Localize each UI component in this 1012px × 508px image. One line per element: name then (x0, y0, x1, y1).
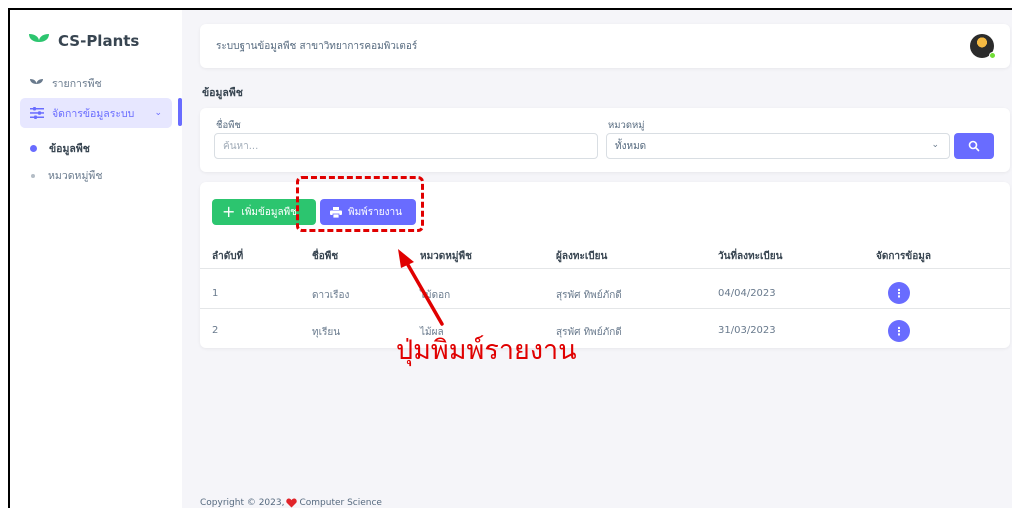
row-actions-button[interactable]: ⋮ (888, 320, 910, 342)
chevron-down-icon: ⌄ (931, 140, 939, 150)
search-button[interactable] (954, 133, 994, 159)
sidebar-subitem-plant-category[interactable]: หมวดหมู่พืช (30, 167, 102, 184)
cell-date: 04/04/2023 (718, 288, 776, 299)
footer-copyright: Copyright © 2023, (200, 498, 285, 508)
plant-name-search-input[interactable] (214, 133, 598, 159)
bullet-icon (31, 173, 35, 178)
cell-no: 2 (212, 325, 219, 336)
category-select-value: ทั้งหมด (615, 140, 647, 152)
plant-name-label: ชื่อพืช (216, 120, 241, 131)
annotation-label: ปุ่มพิมพ์รายงาน (396, 335, 577, 366)
plant-logo-icon (29, 34, 49, 49)
chevron-down-icon: ⌄ (154, 108, 162, 118)
cell-no: 1 (212, 288, 219, 299)
active-indicator (178, 98, 182, 126)
column-header-registrar: ผู้ลงทะเบียน (556, 251, 608, 262)
more-vertical-icon: ⋮ (893, 286, 905, 300)
navbar-title: ระบบฐานข้อมูลพืช สาขาวิทยาการคอมพิวเตอร์ (216, 40, 418, 52)
sidebar-subitem-label: หมวดหมู่พืช (48, 170, 103, 182)
column-header-date: วันที่ลงทะเบียน (718, 251, 783, 262)
divider (200, 268, 1010, 269)
column-header-category: หมวดหมู่พืช (420, 251, 472, 262)
column-header-name: ชื่อพืช (312, 251, 339, 262)
cell-name: ดาวเรือง (312, 290, 350, 301)
category-select[interactable]: ทั้งหมด ⌄ (606, 133, 950, 159)
sliders-icon (30, 107, 46, 119)
column-header-manage: จัดการข้อมูล (876, 251, 931, 262)
sidebar-subitem-plant-data[interactable]: ข้อมูลพืช (30, 140, 90, 157)
sidebar-item-label: จัดการข้อมูลระบบ (52, 107, 135, 120)
sidebar-item-plant-list[interactable]: รายการพืช (20, 68, 172, 98)
search-icon (968, 140, 980, 152)
more-vertical-icon: ⋮ (893, 324, 905, 338)
divider (200, 308, 1010, 309)
app-window: CS-Plants รายการพืช จัดการข้อมูลระบบ ⌄ ข… (8, 8, 1012, 508)
plus-icon: + (222, 202, 236, 221)
footer-org: Computer Science (299, 498, 382, 508)
add-plant-label: เพิ่มข้อมูลพืช (241, 206, 297, 218)
top-navbar: ระบบฐานข้อมูลพืช สาขาวิทยาการคอมพิวเตอร์ (200, 24, 1010, 68)
brand-name: CS-Plants (58, 32, 140, 50)
heart-icon (286, 498, 298, 508)
cell-registrar: สุรพัศ ทิพย์ภักดี (556, 290, 622, 301)
column-header-no: ลำดับที่ (212, 251, 244, 262)
footer: Copyright © 2023, Computer Science (200, 498, 382, 508)
page-title: ข้อมูลพืช (202, 87, 243, 99)
sidebar-item-label: รายการพืช (52, 77, 102, 90)
row-actions-button[interactable]: ⋮ (888, 282, 910, 304)
annotation-highlight-box (296, 176, 424, 232)
cell-date: 31/03/2023 (718, 325, 776, 336)
brand[interactable]: CS-Plants (28, 32, 139, 50)
online-status-dot (989, 52, 996, 59)
search-input[interactable] (223, 140, 597, 152)
bullet-icon (30, 145, 37, 152)
cell-name: ทุเรียน (312, 327, 341, 338)
category-label: หมวดหมู่ (608, 120, 645, 131)
cell-category: ไม้ดอก (420, 290, 451, 301)
sidebar-item-system-management[interactable]: จัดการข้อมูลระบบ ⌄ (20, 98, 172, 128)
sprout-icon (30, 78, 46, 89)
sidebar-subitem-label: ข้อมูลพืช (49, 143, 90, 155)
filter-card: ชื่อพืช หมวดหมู่ ทั้งหมด ⌄ (200, 108, 1010, 172)
sidebar: CS-Plants รายการพืช จัดการข้อมูลระบบ ⌄ ข… (10, 10, 182, 508)
